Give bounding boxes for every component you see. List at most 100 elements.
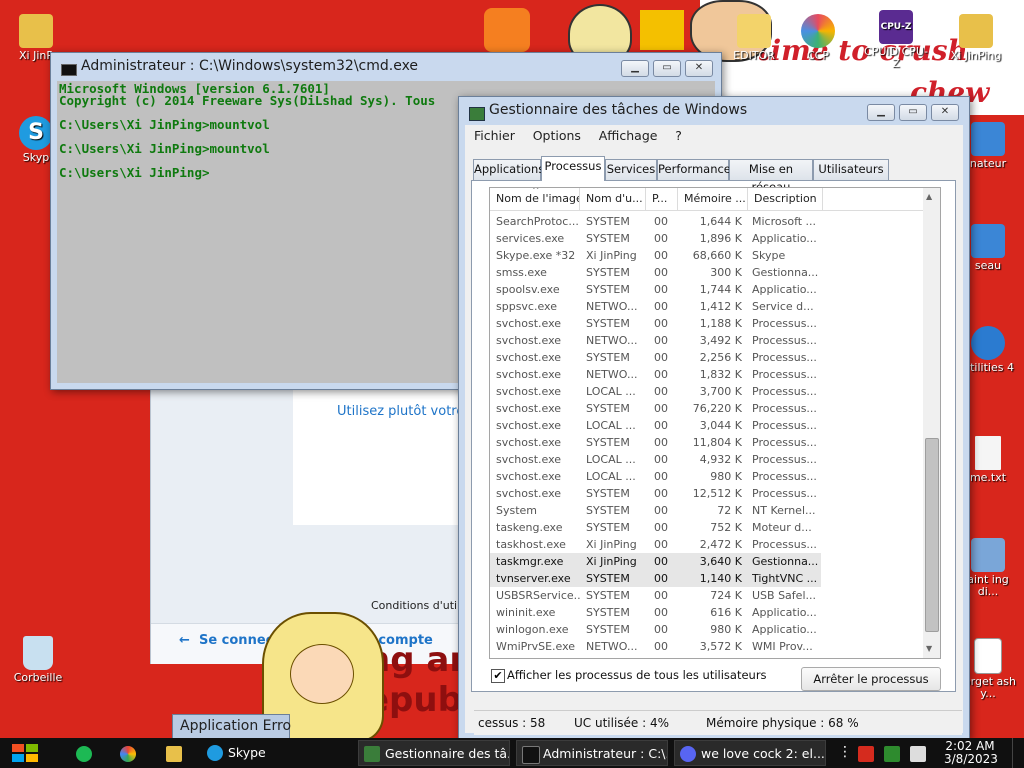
menu-options[interactable]: Options xyxy=(533,128,581,143)
terms-link[interactable]: Conditions d'utili xyxy=(371,599,463,612)
tab-services[interactable]: Services xyxy=(605,159,657,180)
close-button[interactable]: ✕ xyxy=(931,104,959,121)
scrollbar-thumb[interactable] xyxy=(925,438,939,632)
process-row[interactable]: svchost.exe LOCAL ... 00 4,932 K Processus..… xyxy=(490,451,821,468)
scroll-down-icon[interactable]: ▼ xyxy=(926,644,932,653)
file-explorer-icon[interactable] xyxy=(166,746,182,762)
cell-description: Processus... xyxy=(752,402,817,415)
process-row[interactable]: services.exe SYSTEM 00 1,896 K Applicatio... xyxy=(490,230,821,247)
process-row[interactable]: svchost.exe SYSTEM 00 12,512 K Processus... xyxy=(490,485,821,502)
tab-mise-en-reseau[interactable]: Mise en réseau xyxy=(729,159,813,194)
cmd-titlebar[interactable]: Administrateur : C:\Windows\system32\cmd… xyxy=(51,53,721,81)
cell-description: Skype xyxy=(752,249,786,262)
desktop-icon-ccp[interactable]: CCP xyxy=(786,14,850,62)
show-all-users-checkbox[interactable]: ✔ xyxy=(491,669,505,683)
maximize-button[interactable]: ▭ xyxy=(653,60,681,77)
taskbar-item-cmd[interactable]: Administrateur : C:\... xyxy=(516,740,668,766)
desktop-icon-user-folder-2[interactable]: Xi JinPing xyxy=(944,14,1008,62)
cell-user-name: SYSTEM xyxy=(586,589,630,602)
taskbar-item-taskmgr[interactable]: Gestionnaire des tâ... xyxy=(358,740,510,766)
desktop-icon-recycle-bin[interactable]: Corbeille xyxy=(6,636,70,684)
process-row[interactable]: svchost.exe SYSTEM 00 1,188 K Processus... xyxy=(490,315,821,332)
network-tray-icon[interactable] xyxy=(884,746,900,762)
tab-applications[interactable]: Applications xyxy=(473,159,544,180)
close-button[interactable]: ✕ xyxy=(685,60,713,77)
windows-logo-icon xyxy=(26,754,38,762)
process-row[interactable]: svchost.exe SYSTEM 00 11,804 K Processus... xyxy=(490,434,821,451)
taskbar-item-label: we love cock 2: el... xyxy=(701,746,825,761)
task-manager-window[interactable]: Gestionnaire des tâches de Windows ▁ ▭ ✕… xyxy=(458,96,970,740)
process-row[interactable]: svchost.exe LOCAL ... 00 980 K Processus... xyxy=(490,468,821,485)
maximize-button[interactable]: ▭ xyxy=(899,104,927,121)
show-desktop-button[interactable] xyxy=(1012,738,1024,768)
flag-icon[interactable] xyxy=(858,746,874,762)
tab-processus[interactable]: Processus xyxy=(541,156,605,181)
tab-utilisateurs[interactable]: Utilisateurs xyxy=(813,159,889,180)
desktop-icon-editor[interactable]: EDITOR xyxy=(722,14,786,62)
text-file-icon xyxy=(975,436,1001,470)
volume-icon[interactable] xyxy=(910,746,926,762)
cell-user-name: SYSTEM xyxy=(586,487,630,500)
desktop-icon-label: EDITOR xyxy=(733,49,775,62)
cell-image-name: spoolsv.exe xyxy=(496,283,560,296)
application-error-window[interactable]: Application Erro xyxy=(172,714,291,740)
process-row[interactable]: spoolsv.exe SYSTEM 00 1,744 K Applicatio... xyxy=(490,281,821,298)
minimize-button[interactable]: ▁ xyxy=(867,104,895,121)
process-row[interactable]: Skype.exe *32 Xi JinPing 00 68,660 K Skype xyxy=(490,247,821,264)
process-row[interactable]: taskhost.exe Xi JinPing 00 2,472 K Processus… xyxy=(490,536,821,553)
column-header-memory[interactable]: Mémoire ... xyxy=(678,188,748,210)
start-button[interactable] xyxy=(8,740,44,766)
console-line: C:\Users\Xi JinPing>mountvol xyxy=(59,117,270,132)
cell-image-name: sppsvc.exe xyxy=(496,300,557,313)
cell-user-name: SYSTEM xyxy=(586,623,630,636)
taskmgr-icon xyxy=(364,746,380,762)
process-row[interactable]: svchost.exe SYSTEM 00 76,220 K Processus... xyxy=(490,400,821,417)
column-header-cpu[interactable]: P... xyxy=(646,188,678,210)
cell-image-name: Skype.exe *32 xyxy=(496,249,576,262)
avast-icon[interactable] xyxy=(484,8,530,52)
clock[interactable]: 2:02 AM 3/8/2023 xyxy=(944,740,998,766)
column-header-description[interactable]: Description xyxy=(748,188,823,210)
end-process-button[interactable]: Arrêter le processus xyxy=(801,667,941,691)
menu-fichier[interactable]: Fichier xyxy=(474,128,515,143)
column-header-user-name[interactable]: Nom d'u... xyxy=(580,188,646,210)
process-row[interactable]: sppsvc.exe NETWO... 00 1,412 K Service d... xyxy=(490,298,821,315)
process-row[interactable]: SearchProtoc... SYSTEM 00 1,644 K Microsoft … xyxy=(490,213,821,230)
process-list[interactable]: Nom de l'image Nom d'u... P... Mémoire .… xyxy=(489,187,941,659)
scrollbar[interactable]: ▲ ▼ xyxy=(923,188,940,658)
scroll-up-icon[interactable]: ▲ xyxy=(926,192,932,201)
process-row[interactable]: System SYSTEM 00 72 K NT Kernel... xyxy=(490,502,821,519)
spotify-icon[interactable] xyxy=(76,746,92,762)
cell-description: Processus... xyxy=(752,385,817,398)
process-row[interactable]: USBSRService... SYSTEM 00 724 K USB Safel... xyxy=(490,587,821,604)
menu-help[interactable]: ? xyxy=(675,128,682,143)
status-process-count: cessus : 58 xyxy=(478,716,546,730)
process-row[interactable]: svchost.exe LOCAL ... 00 3,700 K Processus..… xyxy=(490,383,821,400)
process-row[interactable]: tvnserver.exe SYSTEM 00 1,140 K TightVNC ... xyxy=(490,570,821,587)
menu-affichage[interactable]: Affichage xyxy=(599,128,658,143)
minimize-button[interactable]: ▁ xyxy=(621,60,649,77)
process-row[interactable]: svchost.exe SYSTEM 00 2,256 K Processus... xyxy=(490,349,821,366)
process-row[interactable]: svchost.exe NETWO... 00 3,492 K Processus... xyxy=(490,332,821,349)
skype-icon: S xyxy=(19,116,53,150)
process-row[interactable]: svchost.exe NETWO... 00 1,832 K Processus... xyxy=(490,366,821,383)
cell-image-name: svchost.exe xyxy=(496,402,562,415)
cell-memory: 72 K xyxy=(717,504,742,517)
tab-performance[interactable]: Performance xyxy=(657,159,731,180)
process-row[interactable]: taskeng.exe SYSTEM 00 752 K Moteur d... xyxy=(490,519,821,536)
taskbar-item-skype[interactable]: Skype xyxy=(202,740,352,766)
cell-image-name: taskmgr.exe xyxy=(496,555,564,568)
desktop-icon-cpuz[interactable]: CPU-Z CPUID CPU-Z xyxy=(864,10,928,70)
taskbar-item-discord[interactable]: we love cock 2: el... xyxy=(674,740,826,766)
process-row[interactable]: taskmgr.exe Xi JinPing 00 3,640 K Gestionna.… xyxy=(490,553,821,570)
process-row[interactable]: smss.exe SYSTEM 00 300 K Gestionna... xyxy=(490,264,821,281)
more-icon[interactable]: ⋮ xyxy=(838,744,852,760)
process-row[interactable]: winlogon.exe SYSTEM 00 980 K Applicatio... xyxy=(490,621,821,638)
process-row[interactable]: wininit.exe SYSTEM 00 616 K Applicatio... xyxy=(490,604,821,621)
process-row[interactable]: svchost.exe LOCAL ... 00 3,044 K Processus..… xyxy=(490,417,821,434)
cell-memory: 980 K xyxy=(710,623,742,636)
chrome-icon[interactable] xyxy=(120,746,136,762)
taskmgr-titlebar[interactable]: Gestionnaire des tâches de Windows ▁ ▭ ✕ xyxy=(459,97,969,125)
cell-image-name: svchost.exe xyxy=(496,334,562,347)
process-row[interactable]: WmiPrvSE.exe NETWO... 00 3,572 K WMI Prov... xyxy=(490,638,821,655)
